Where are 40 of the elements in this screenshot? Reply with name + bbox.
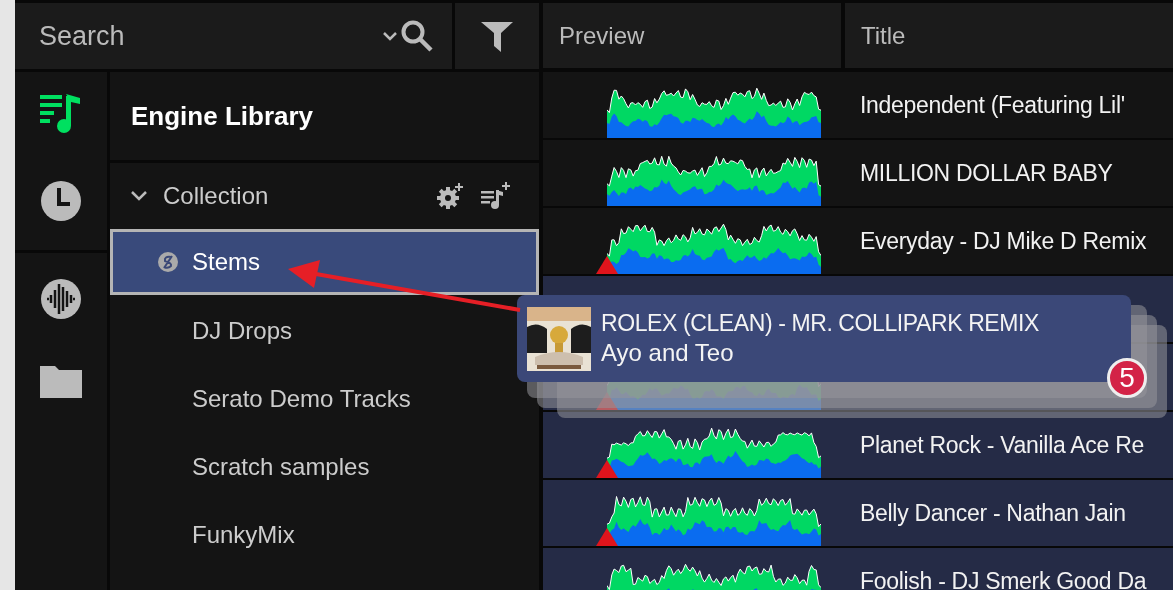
playlist-plus-icon[interactable] bbox=[481, 182, 511, 210]
column-header[interactable]: Preview bbox=[543, 3, 841, 68]
track-title: MILLION DOLLAR BABY bbox=[860, 159, 1113, 187]
track-row[interactable]: Everyday - DJ Mike D Remix bbox=[543, 208, 1173, 274]
stems-tab[interactable] bbox=[40, 278, 82, 320]
collection-toggle[interactable]: Collection bbox=[130, 182, 269, 210]
chevron-down-icon[interactable] bbox=[382, 31, 398, 41]
gear-plus-icon[interactable] bbox=[437, 183, 465, 209]
filter-icon bbox=[480, 19, 514, 53]
filter-button[interactable] bbox=[455, 3, 539, 69]
track-title: Foolish - DJ Smerk Good Da bbox=[860, 567, 1147, 590]
drag-track-artist: Ayo and Teo bbox=[601, 339, 735, 367]
track-row[interactable]: Belly Dancer - Nathan Jain bbox=[543, 480, 1173, 546]
track-row[interactable]: MILLION DOLLAR BABY bbox=[543, 140, 1173, 206]
stems-icon bbox=[158, 252, 178, 272]
history-tab[interactable] bbox=[40, 180, 82, 222]
track-title: Independent (Featuring Lil' bbox=[860, 91, 1125, 119]
column-header[interactable]: Title bbox=[845, 3, 1173, 68]
search-field[interactable]: Search bbox=[15, 3, 452, 69]
music-list-icon bbox=[40, 92, 82, 134]
playlist-item[interactable]: Stems bbox=[110, 229, 539, 295]
drag-track-title: ROLEX (CLEAN) - MR. COLLIPARK REMIX bbox=[601, 310, 1039, 337]
chevron-icon bbox=[130, 190, 148, 202]
folder-tab[interactable] bbox=[40, 364, 82, 398]
track-row[interactable]: Independent (Featuring Lil' bbox=[543, 72, 1173, 138]
library-tab[interactable] bbox=[40, 92, 82, 134]
track-row[interactable]: Planet Rock - Vanilla Ace Re bbox=[543, 412, 1173, 478]
library-title: Engine Library bbox=[131, 100, 314, 132]
clock-icon bbox=[40, 180, 82, 222]
track-title: Everyday - DJ Mike D Remix bbox=[860, 227, 1147, 255]
search-field[interactable]: Search bbox=[37, 19, 382, 53]
playlist-item[interactable]: Scratch samples bbox=[110, 433, 539, 501]
waveform-circle-icon bbox=[40, 278, 82, 320]
track-row[interactable]: Foolish - DJ Smerk Good Da bbox=[543, 548, 1173, 590]
track-title: Planet Rock - Vanilla Ace Re bbox=[860, 431, 1144, 459]
playlist-item[interactable]: FunkyMix bbox=[110, 501, 539, 569]
search-icon[interactable] bbox=[400, 19, 434, 53]
track-title: Belly Dancer - Nathan Jain bbox=[860, 499, 1126, 527]
folder-icon bbox=[40, 364, 82, 398]
playlist-item[interactable]: Serato Demo Tracks bbox=[110, 365, 539, 433]
